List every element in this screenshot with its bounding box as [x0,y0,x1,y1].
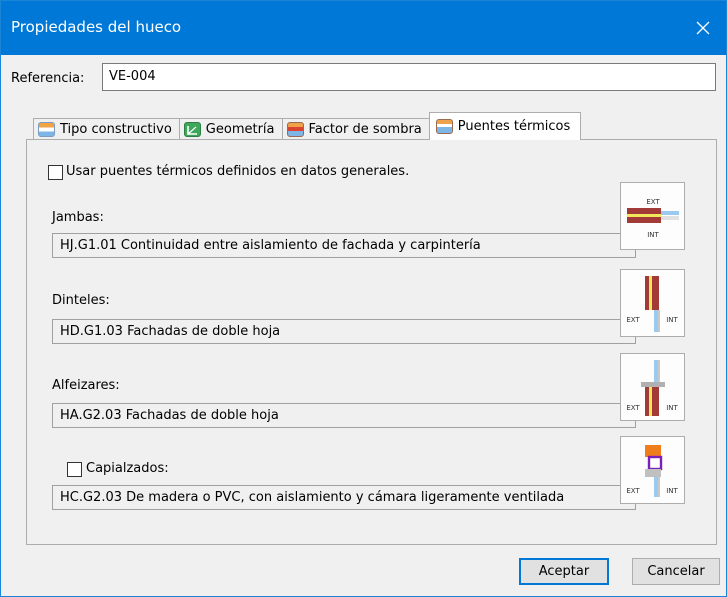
tab-thermal-bridges[interactable]: Puentes térmicos [428,112,582,140]
svg-text:INT: INT [666,404,678,412]
tab-label: Puentes térmicos [457,119,571,134]
sill-detail-icon: EXT INT [626,360,679,416]
roller-box-detail-icon: EXT INT [626,445,679,497]
window-title: Propiedades del hueco [11,18,182,36]
accept-button[interactable]: Aceptar [519,558,609,585]
geometry-icon [183,122,201,137]
close-icon [696,21,710,35]
capialzados-field[interactable]: HC.G2.03 De madera o PVC, con aislamient… [52,485,636,510]
thermal-bridges-panel: Usar puentes térmicos definidos en datos… [26,139,717,545]
jamb-detail-icon: EXT INT [627,198,679,239]
capialzados-diagram-button[interactable]: EXT INT [620,436,685,504]
svg-text:EXT: EXT [646,198,660,206]
tab-label: Geometría [205,122,275,137]
lintels-diagram-button[interactable]: EXT INT [620,269,685,337]
svg-text:EXT: EXT [626,404,640,412]
reference-input[interactable]: VE-004 [102,63,716,91]
tab-label: Tipo constructivo [60,122,172,137]
title-bar: Propiedades del hueco [1,1,726,55]
window: Propiedades del hueco Referencia: VE-004… [0,0,727,597]
tab-strip: Tipo constructivo Geometría Factor de so… [33,112,582,140]
jambs-diagram-button[interactable]: EXT INT [620,182,685,250]
lintels-field[interactable]: HD.G1.03 Fachadas de doble hoja [52,319,636,344]
close-button[interactable] [680,1,726,55]
use-general-checkbox[interactable] [48,165,63,180]
reference-label: Referencia: [11,71,85,86]
tab-shade-factor[interactable]: Factor de sombra [281,118,430,140]
svg-text:EXT: EXT [626,487,640,495]
construction-type-icon [38,122,55,137]
capialzados-checkbox[interactable] [67,462,82,477]
tab-construction-type[interactable]: Tipo constructivo [33,118,180,140]
svg-text:INT: INT [666,487,678,495]
sills-label: Alfeizares: [52,378,120,393]
jambs-label: Jambas: [52,210,104,225]
lintels-label: Dinteles: [52,293,110,308]
tab-label: Factor de sombra [308,122,422,137]
jambs-field[interactable]: HJ.G1.01 Continuidad entre aislamiento d… [52,233,636,258]
capialzados-label: Capialzados: [86,461,169,476]
sills-field[interactable]: HA.G2.03 Fachadas de doble hoja [52,403,636,428]
svg-text:EXT: EXT [626,316,640,324]
thermal-bridge-icon [435,119,453,134]
lintel-detail-icon: EXT INT [626,276,679,332]
svg-text:INT: INT [666,316,678,324]
shade-factor-icon [286,122,304,137]
sills-diagram-button[interactable]: EXT INT [620,353,685,421]
cancel-button[interactable]: Cancelar [632,558,720,585]
svg-text:INT: INT [647,231,659,239]
use-general-label: Usar puentes térmicos definidos en datos… [66,164,410,179]
tab-geometry[interactable]: Geometría [178,118,283,140]
